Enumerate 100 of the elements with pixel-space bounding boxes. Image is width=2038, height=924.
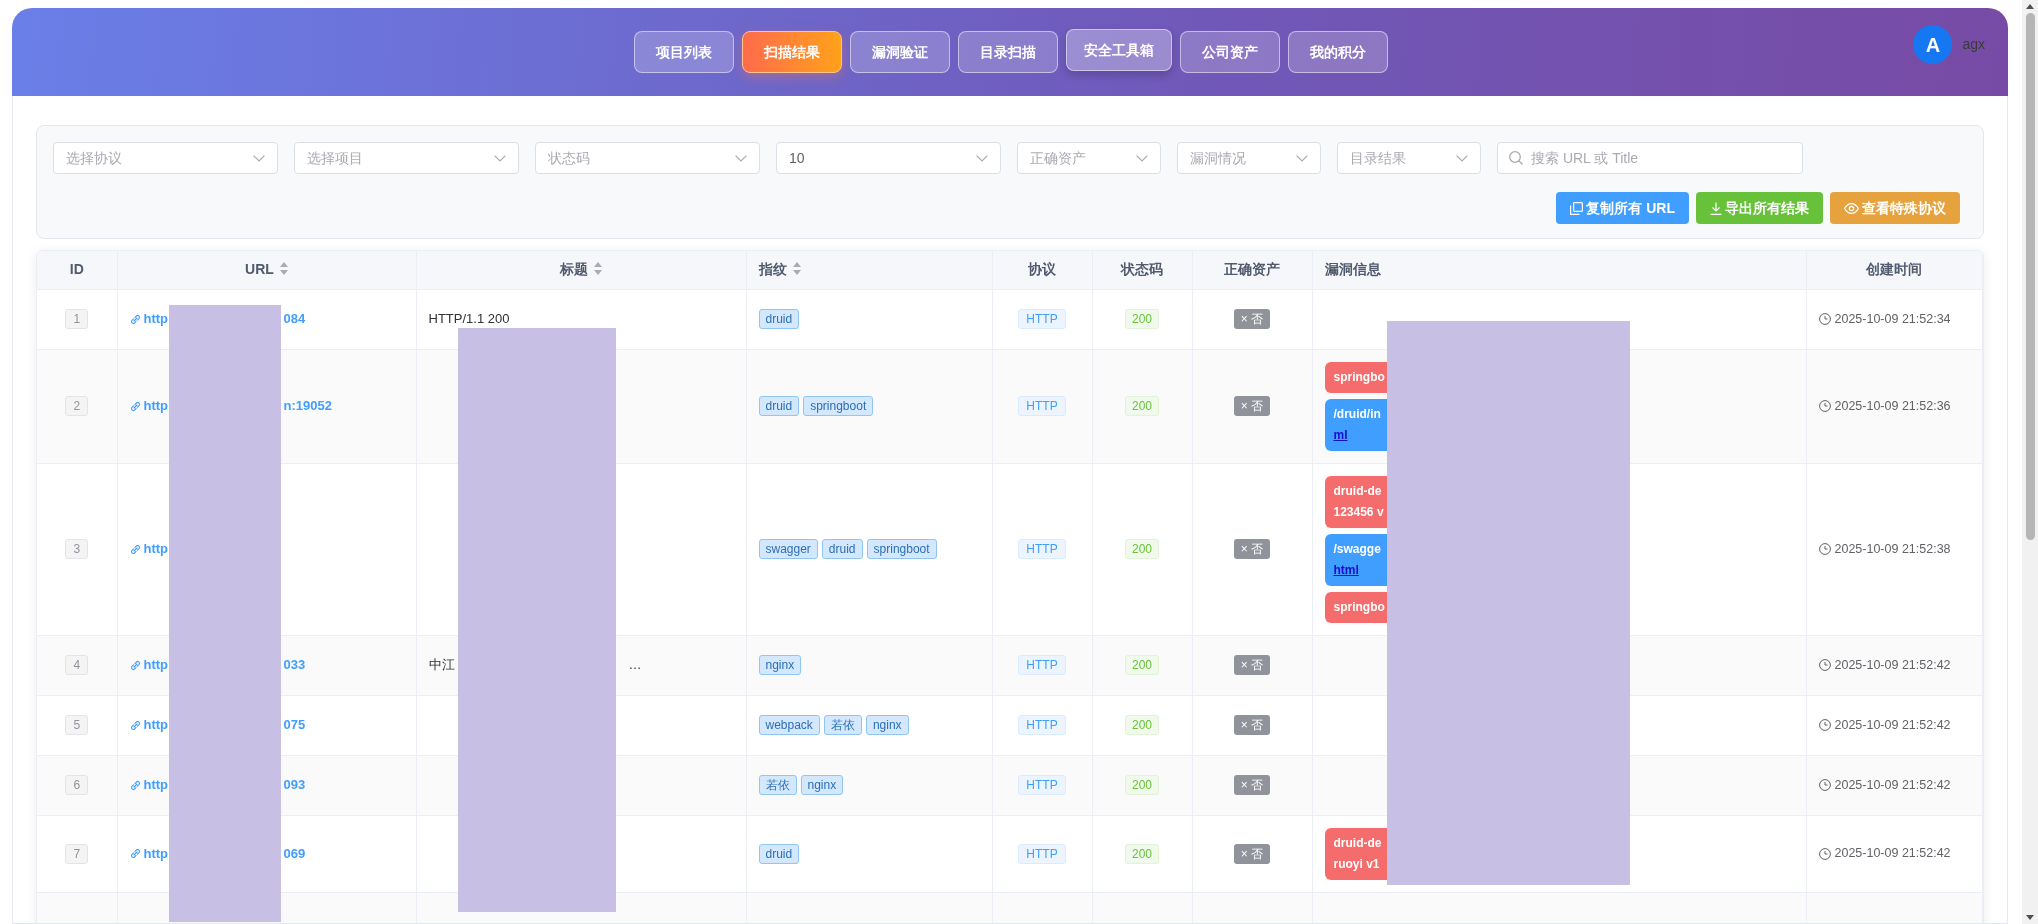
vulnerability-link[interactable]: html [1333,559,1359,581]
column-header[interactable]: URL [117,251,416,289]
asset-status-tag: × 否 [1233,655,1271,675]
status-code-tag: 200 [1125,843,1159,864]
asset-status-tag: × 否 [1233,309,1271,329]
column-header: 正确资产 [1192,251,1312,289]
sort-icon[interactable] [792,262,801,276]
fingerprint-tag: springboot [866,539,937,559]
nav-tab[interactable]: 我的积分 [1287,31,1388,73]
dropdown-field[interactable]: 10 [776,142,1001,174]
fingerprint-tag: druid [821,539,863,559]
created-time: 2025-10-09 21:52:36 [1834,397,1951,415]
created-time: 2025-10-09 21:52:42 [1834,845,1951,863]
url-link[interactable]: http [129,715,169,735]
url-link[interactable]: 093 [283,775,306,795]
user-name[interactable]: agx [1962,34,1985,55]
fingerprint-tag: druid [758,309,800,329]
nav-tab[interactable]: 目录扫描 [957,31,1058,73]
created-time: 2025-10-09 21:52:42 [1834,776,1951,794]
asset-status-tag: × 否 [1233,539,1271,559]
column-header: 漏洞信息 [1312,251,1806,289]
link-icon [129,313,141,325]
copy-icon [1570,201,1584,215]
nav-tab[interactable]: 扫描结果 [741,31,842,73]
fingerprint-tag: druid [758,396,800,416]
asset-status-tag: × 否 [1233,396,1271,416]
protocol-tag: HTTP [1018,655,1066,675]
column-header[interactable]: 标题 [416,251,746,289]
row-id-tag: 1 [65,309,89,329]
chevron-down-icon [253,155,265,162]
clock-icon [1818,847,1831,860]
url-link[interactable]: 033 [283,655,306,675]
vulnerability-link[interactable]: ml [1333,424,1348,446]
nav-tab[interactable]: 公司资产 [1179,31,1280,73]
url-link[interactable]: 084 [283,309,306,329]
url-link[interactable]: http [129,539,169,559]
sort-icon[interactable] [594,262,602,276]
url-link[interactable]: http [129,775,169,795]
dropdown-field[interactable]: 目录结果 [1337,142,1481,174]
row-id-tag: 6 [65,775,89,795]
row-id-tag: 3 [65,539,89,559]
export-button[interactable]: 导出所有结果 [1696,192,1823,224]
nav-tab[interactable]: 漏洞验证 [849,31,950,73]
status-code-tag: 200 [1125,655,1159,675]
fingerprint-tag: swagger [758,539,818,559]
url-link[interactable]: 069 [283,843,306,864]
fingerprint-tag: 若依 [758,775,797,795]
url-link[interactable]: http [129,655,169,675]
dropdown-field[interactable]: 状态码 [535,142,760,174]
link-icon [129,719,141,731]
clock-icon [1818,779,1831,791]
protocol-tag: HTTP [1018,775,1066,795]
fingerprint-tag: druid [758,843,800,864]
search-field[interactable]: 搜索 URL 或 Title [1497,142,1803,174]
dropdown-field[interactable]: 漏洞情况 [1177,142,1321,174]
vulnerability-text: springbo [1333,598,1385,616]
copy-button[interactable]: 复制所有 URL [1556,192,1689,224]
link-icon [129,659,141,671]
clock-icon [1818,313,1831,325]
fingerprint-tag: nginx [800,775,844,795]
dropdown-field[interactable]: 选择项目 [294,142,519,174]
url-link[interactable]: 075 [283,715,306,735]
protocol-tag: HTTP [1018,539,1066,559]
column-header[interactable]: 指纹 [746,251,992,289]
vulnerability-text: /druid/in [1333,405,1381,423]
protocol-tag: HTTP [1018,309,1066,329]
page-title: … [628,656,642,675]
asset-status-tag: × 否 [1233,715,1271,735]
search-icon [1509,151,1523,165]
view-button[interactable]: 查看特殊协议 [1830,192,1960,224]
url-link[interactable]: http [129,309,169,329]
dropdown-field[interactable]: 正确资产 [1017,142,1161,174]
page-title: HTTP/1.1 200 [428,310,510,329]
url-link[interactable]: http [129,843,169,864]
protocol-tag: HTTP [1018,715,1066,735]
page-title: 中江 [428,656,455,675]
caret-up-icon[interactable] [2026,4,2034,9]
nav-tab[interactable]: 安全工具箱 [1065,29,1172,71]
url-link[interactable]: n:19052 [283,396,332,416]
chevron-down-icon [976,155,988,162]
url-link[interactable]: http [129,396,169,416]
user-avatar[interactable]: A [1913,25,1953,64]
dropdown-field[interactable]: 选择协议 [53,142,278,174]
clock-icon [1818,400,1831,412]
sort-icon[interactable] [279,262,288,276]
status-code-tag: 200 [1125,396,1159,416]
status-code-tag: 200 [1125,775,1159,795]
link-icon [129,848,141,859]
created-time: 2025-10-09 21:52:38 [1834,540,1951,558]
vulnerability-text: druid-de [1333,482,1382,500]
vulnerability-text: 123456 v [1333,503,1384,521]
fingerprint-tag: 若依 [823,715,862,735]
scrollbar-thumb[interactable] [2025,13,2035,540]
nav-tab[interactable]: 项目列表 [633,31,734,73]
created-time: 2025-10-09 21:52:42 [1834,716,1951,734]
caret-down-icon[interactable] [2026,915,2034,920]
created-time: 2025-10-09 21:52:42 [1834,656,1951,674]
link-icon [129,543,141,555]
eye-icon [1844,202,1859,214]
chevron-down-icon [1296,155,1308,162]
